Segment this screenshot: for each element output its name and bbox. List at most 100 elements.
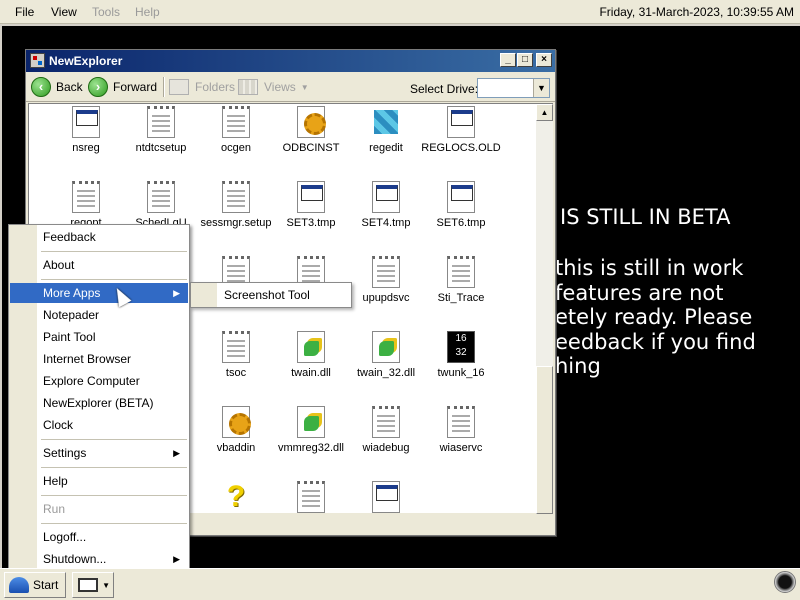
- file-item[interactable]: twain_32.dll: [346, 331, 426, 379]
- menu-item-paint-tool[interactable]: Paint Tool: [10, 327, 188, 347]
- start-menu: Feedback About More Apps ▶ Notepader Pain…: [8, 224, 190, 571]
- power-icon[interactable]: [774, 571, 796, 593]
- start-logo-icon: [9, 577, 29, 593]
- text-file-icon: [447, 256, 475, 288]
- chevron-down-icon[interactable]: ▼: [533, 79, 549, 97]
- dll-file-icon: [372, 331, 400, 363]
- menu-item-label: Explore Computer: [43, 374, 140, 388]
- settings-file-icon: [297, 106, 326, 138]
- folders-button: Folders: [169, 76, 235, 98]
- file-item[interactable]: SchedLgU: [121, 181, 201, 229]
- menu-item-settings[interactable]: Settings ▶: [10, 443, 188, 463]
- file-item[interactable]: ntdtcsetup: [121, 106, 201, 154]
- file-item[interactable]: [271, 481, 351, 513]
- file-item[interactable]: nsreg: [46, 106, 126, 154]
- file-item[interactable]: ?: [196, 481, 276, 513]
- menu-file[interactable]: File: [15, 5, 34, 19]
- menu-item-explore-computer[interactable]: Explore Computer: [10, 371, 188, 391]
- text-file-icon: [372, 256, 400, 288]
- menu-item-label: Notepader: [43, 308, 100, 322]
- file-item[interactable]: vbaddin: [196, 406, 276, 454]
- menu-item-screenshot-tool[interactable]: Screenshot Tool: [224, 288, 310, 302]
- minimize-button[interactable]: _: [500, 53, 516, 67]
- file-item[interactable]: REGLOCS.OLD: [421, 106, 501, 154]
- clock-text: Friday, 31-March-2023, 10:39:55 AM: [599, 5, 794, 19]
- file-item[interactable]: twain.dll: [271, 331, 351, 379]
- menu-item-logoff[interactable]: Logoff...: [10, 527, 188, 547]
- file-name: SET3.tmp: [286, 217, 336, 229]
- file-item[interactable]: wiaservc: [421, 406, 501, 454]
- file-name: SET4.tmp: [361, 217, 411, 229]
- file-name: sessmgr.setup: [200, 217, 272, 229]
- maximize-button[interactable]: □: [517, 53, 533, 67]
- file-item[interactable]: regopt: [46, 181, 126, 229]
- file-item[interactable]: tsoc: [196, 331, 276, 379]
- menu-item-label: Logoff...: [43, 530, 87, 544]
- toolbar-separator: [163, 77, 165, 97]
- toolbar: ‹ Back › Forward Folders Views ▼ Select …: [26, 72, 555, 102]
- text-file-icon: [372, 406, 400, 438]
- taskbar: Start ▼: [0, 568, 800, 600]
- beta-notice-title: S IS STILL IN BETA: [540, 205, 731, 229]
- menu-item-help[interactable]: Help: [10, 471, 188, 491]
- forward-arrow-icon: ›: [88, 77, 108, 97]
- menu-item-feedback[interactable]: Feedback: [10, 227, 188, 247]
- file-item[interactable]: wiadebug: [346, 406, 426, 454]
- menu-separator: [41, 439, 187, 440]
- back-button[interactable]: ‹ Back: [31, 76, 83, 98]
- settings-file-icon: [222, 406, 251, 438]
- scroll-up-button[interactable]: ▲: [536, 104, 553, 121]
- file-name: regedit: [369, 142, 403, 154]
- text-file-icon: [297, 481, 325, 513]
- file-item[interactable]: Sti_Trace: [421, 256, 501, 304]
- back-label: Back: [56, 80, 83, 94]
- text-file-icon: [222, 181, 250, 213]
- window-switcher-button[interactable]: ▼: [72, 572, 114, 598]
- menu-item-shutdown[interactable]: Shutdown... ▶: [10, 549, 188, 569]
- window-app-icon: [447, 106, 475, 138]
- menu-item-about[interactable]: About: [10, 255, 188, 275]
- file-item[interactable]: sessmgr.setup: [196, 181, 276, 229]
- file-name: vbaddin: [216, 442, 256, 454]
- menu-item-label: Clock: [43, 418, 74, 432]
- menu-item-clock[interactable]: Clock: [10, 415, 188, 435]
- views-icon: [238, 79, 258, 95]
- close-button[interactable]: ×: [536, 53, 552, 67]
- back-arrow-icon: ‹: [31, 77, 51, 97]
- file-item[interactable]: upupdsvc: [346, 256, 426, 304]
- menu-item-notepader[interactable]: Notepader: [10, 305, 188, 325]
- beta-notice-line: etely ready. Please: [555, 305, 753, 330]
- file-item[interactable]: ODBCINST: [271, 106, 351, 154]
- menu-item-newexplorer[interactable]: NewExplorer (BETA): [10, 393, 188, 413]
- menu-item-label: More Apps: [43, 286, 101, 300]
- menu-view[interactable]: View: [51, 5, 77, 19]
- select-drive-dropdown[interactable]: ▼: [477, 78, 550, 98]
- file-item[interactable]: SET6.tmp: [421, 181, 501, 229]
- scroll-thumb[interactable]: [536, 366, 553, 514]
- menu-item-internet-browser[interactable]: Internet Browser: [10, 349, 188, 369]
- forward-button[interactable]: › Forward: [88, 76, 157, 98]
- file-name: REGLOCS.OLD: [421, 142, 501, 154]
- file-item[interactable]: SET3.tmp: [271, 181, 351, 229]
- file-item[interactable]: regedit: [346, 106, 426, 154]
- file-item[interactable]: [346, 481, 426, 513]
- start-button[interactable]: Start: [4, 572, 66, 598]
- file-item[interactable]: vmmreg32.dll: [271, 406, 351, 454]
- folders-icon: [169, 79, 189, 95]
- file-item[interactable]: SET4.tmp: [346, 181, 426, 229]
- file-name: wiadebug: [362, 442, 410, 454]
- file-name: twain.dll: [291, 367, 331, 379]
- window-app-icon: [447, 181, 475, 213]
- menu-item-more-apps[interactable]: More Apps ▶: [10, 283, 188, 303]
- vertical-scrollbar[interactable]: ▲: [536, 103, 553, 514]
- window-titlebar[interactable]: NewExplorer _ □ ×: [26, 50, 555, 72]
- text-file-icon: [147, 181, 175, 213]
- file-item[interactable]: ocgen: [196, 106, 276, 154]
- file-name: twunk_16: [437, 367, 485, 379]
- file-name: upupdsvc: [362, 292, 410, 304]
- top-menu-bar: File View Tools Help Friday, 31-March-20…: [0, 0, 800, 24]
- folders-label: Folders: [195, 80, 236, 94]
- window-app-icon: [372, 181, 400, 213]
- file-item[interactable]: 16 32 twunk_16: [421, 331, 501, 379]
- text-file-icon: [222, 331, 250, 363]
